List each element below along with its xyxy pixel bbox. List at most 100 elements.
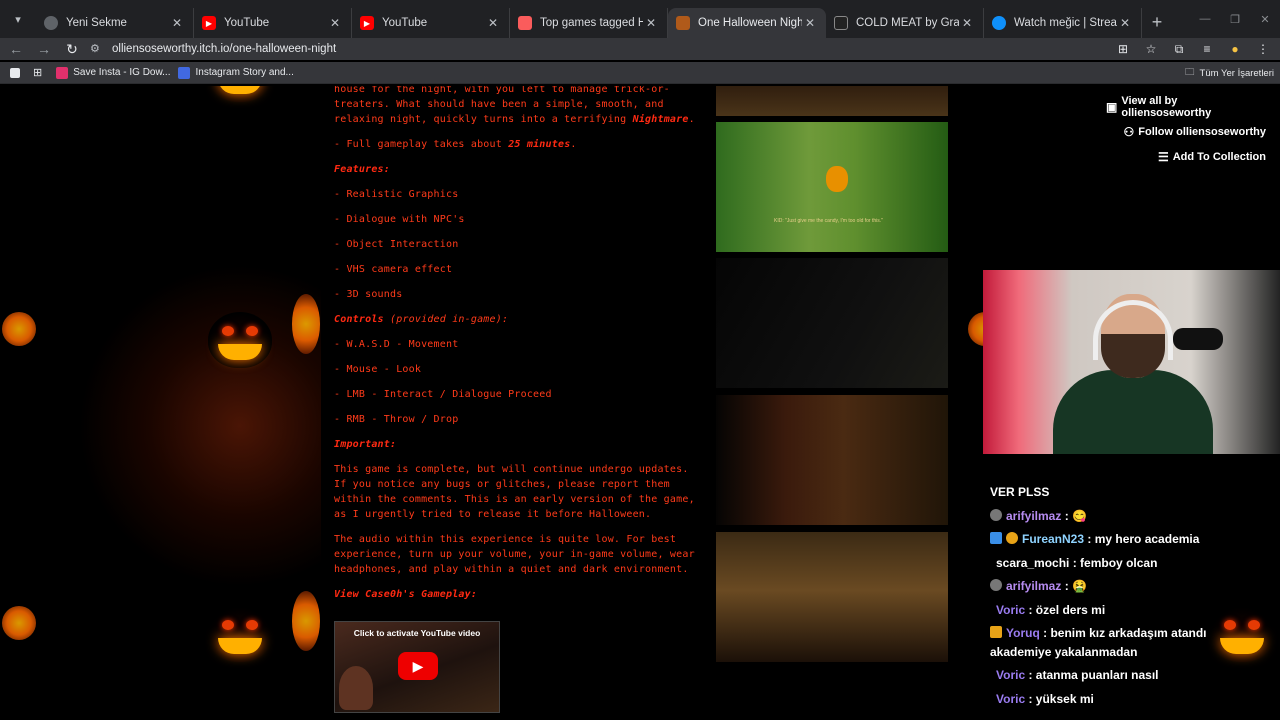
screenshot[interactable]: KID: "Just give me the candy, I'm too ol…: [716, 122, 948, 252]
folder-icon: 🗀: [1185, 67, 1195, 78]
feature-item: - VHS camera effect: [334, 264, 453, 275]
screenshot[interactable]: [716, 395, 948, 525]
feature-item: - 3D sounds: [334, 289, 403, 300]
chat-text: : yüksek mi: [1025, 691, 1094, 706]
close-icon[interactable]: ✕: [643, 16, 659, 30]
reload-icon[interactable]: ↻: [60, 38, 84, 60]
chat-text: : özel ders mi: [1025, 602, 1106, 617]
badge-icon: [990, 508, 1002, 521]
feature-item: - Realistic Graphics: [334, 189, 459, 200]
badge-icon: [990, 579, 1002, 591]
tab-title: COLD MEAT by GravityRaccoon: [856, 17, 959, 29]
view-gameplay-link[interactable]: View Case0h's Gameplay:: [334, 587, 704, 602]
forward-icon[interactable]: →: [32, 38, 56, 60]
tab-strip: ▾ Yeni Sekme ✕ ▶ YouTube ✕ ▶ YouTube ✕ T…: [0, 0, 1280, 38]
address-bar-row: ← → ↻ ⚙ olliensoseworthy.itch.io/one-hal…: [0, 38, 1280, 60]
tab-streamable[interactable]: Watch meğic | Streamable ✕: [984, 8, 1142, 38]
tab-cold-meat[interactable]: COLD MEAT by GravityRaccoon ✕: [826, 8, 984, 38]
microphone-icon: [1173, 328, 1223, 350]
close-icon[interactable]: ✕: [1117, 16, 1133, 30]
chrome-icon: [44, 16, 58, 30]
chat-username: arifyilmaz: [1006, 579, 1062, 593]
media-controls-icon[interactable]: ≡: [1196, 40, 1218, 58]
translate-icon[interactable]: ⊞: [1112, 40, 1134, 58]
play-icon[interactable]: ▶: [398, 652, 438, 680]
chat-text: : atanma puanları nasıl: [1025, 668, 1159, 682]
back-icon[interactable]: ←: [4, 38, 28, 60]
chat-partial-message: VER PLSS: [990, 485, 1050, 499]
close-icon[interactable]: ✕: [959, 16, 975, 30]
chat-message: Voric : özel ders mi: [990, 599, 1260, 623]
profile-extension-icon[interactable]: ●: [1224, 40, 1246, 58]
screenshot[interactable]: [716, 86, 948, 116]
important-paragraph: This game is complete, but will continue…: [334, 464, 695, 520]
thumbnail-person: [339, 666, 373, 710]
tab-new-tab[interactable]: Yeni Sekme ✕: [36, 8, 194, 38]
badge-icon: [990, 626, 1002, 638]
chat-message: arifyilmaz : 🤮: [990, 575, 1260, 599]
view-all-icon: ▣: [1106, 99, 1118, 114]
pumpkin-decoration: [292, 591, 320, 651]
itch-icon: [518, 16, 532, 30]
all-bookmarks[interactable]: 🗀 Tüm Yer İşaretleri: [1185, 62, 1274, 84]
bookmarks-bar: ⊞ Save Insta - IG Dow... Instagram Story…: [0, 62, 1280, 84]
follow-button[interactable]: ⚇ Follow olliensoseworthy: [1106, 119, 1266, 144]
pumpkin-decoration: [208, 606, 272, 662]
screenshot[interactable]: [716, 258, 948, 388]
youtube-caption: Click to activate YouTube video: [353, 628, 481, 638]
game-content-column: house for the night, with you left to ma…: [321, 86, 961, 720]
tab-title: Watch meğic | Streamable: [1014, 17, 1117, 29]
extensions-icon[interactable]: ⧉: [1168, 40, 1190, 58]
control-item: - LMB - Interact / Dialogue Proceed: [334, 389, 552, 400]
game-icon: [834, 16, 848, 30]
url-field[interactable]: ⚙ olliensoseworthy.itch.io/one-halloween…: [90, 39, 1140, 59]
tab-one-halloween-night[interactable]: One Halloween Night by ollien ✕: [668, 8, 826, 38]
view-all-button[interactable]: ▣ View all by olliensoseworthy: [1106, 94, 1266, 119]
bookmark-label: Save Insta - IG Dow...: [73, 67, 171, 78]
tab-itch-horror[interactable]: Top games tagged Horror - itc ✕: [510, 8, 668, 38]
bookmark-instagram-story[interactable]: Instagram Story and...: [178, 63, 294, 83]
site-info-icon[interactable]: ⚙: [90, 42, 104, 56]
audio-paragraph: The audio within this experience is quit…: [334, 534, 695, 575]
follow-icon: ⚇: [1123, 124, 1135, 139]
chat-username: Yoruq: [1006, 626, 1040, 640]
controls-heading: Controls (provided in-game):: [334, 312, 704, 327]
follow-label: Follow olliensoseworthy: [1138, 125, 1266, 138]
restore-icon[interactable]: ❐: [1220, 0, 1250, 38]
chat-message: FureanN23 : my hero academia: [990, 528, 1260, 552]
tab-search-button[interactable]: ▾: [0, 0, 36, 38]
menu-icon[interactable]: ⋮: [1252, 40, 1274, 58]
gameplay-duration: 25 minutes: [508, 139, 571, 150]
close-icon[interactable]: ✕: [169, 16, 185, 30]
bookmark-apps[interactable]: [10, 63, 25, 83]
nightmare-emphasis: Nightmare: [632, 114, 689, 125]
feature-item: - Object Interaction: [334, 239, 459, 250]
close-window-icon[interactable]: ✕: [1250, 0, 1280, 38]
tab-youtube-1[interactable]: ▶ YouTube ✕: [194, 8, 352, 38]
minimize-icon[interactable]: —: [1190, 0, 1220, 38]
pumpkin-kid-figure: [826, 166, 848, 192]
chat-username: Voric: [996, 602, 1026, 617]
features-heading: Features:: [334, 164, 390, 175]
instagram-icon: [178, 66, 191, 79]
add-collection-icon: ☰: [1157, 149, 1169, 164]
game-icon: [676, 16, 690, 30]
close-icon[interactable]: ✕: [485, 16, 501, 30]
chat-text: : my hero academia: [1084, 532, 1200, 546]
screenshot[interactable]: [716, 532, 948, 662]
add-to-collection-button[interactable]: ☰ Add To Collection: [1106, 144, 1266, 169]
bookmark-apps-grid[interactable]: ⊞: [33, 63, 42, 83]
close-icon[interactable]: ✕: [802, 16, 818, 30]
important-heading: Important:: [334, 439, 397, 450]
bookmark-save-insta[interactable]: Save Insta - IG Dow...: [56, 63, 170, 83]
badge-icon: [990, 532, 1002, 544]
intro-paragraph: house for the night, with you left to ma…: [334, 86, 695, 125]
youtube-embed[interactable]: Click to activate YouTube video ▶: [334, 621, 500, 713]
chat-message: arifyilmaz : 😋: [990, 505, 1260, 529]
all-bookmarks-label: Tüm Yer İşaretleri: [1199, 67, 1274, 79]
close-icon[interactable]: ✕: [327, 16, 343, 30]
new-tab-button[interactable]: +: [1142, 7, 1172, 37]
bookmark-star-icon[interactable]: ☆: [1140, 40, 1162, 58]
tab-youtube-2[interactable]: ▶ YouTube ✕: [352, 8, 510, 38]
tab-title: One Halloween Night by ollien: [698, 17, 802, 29]
